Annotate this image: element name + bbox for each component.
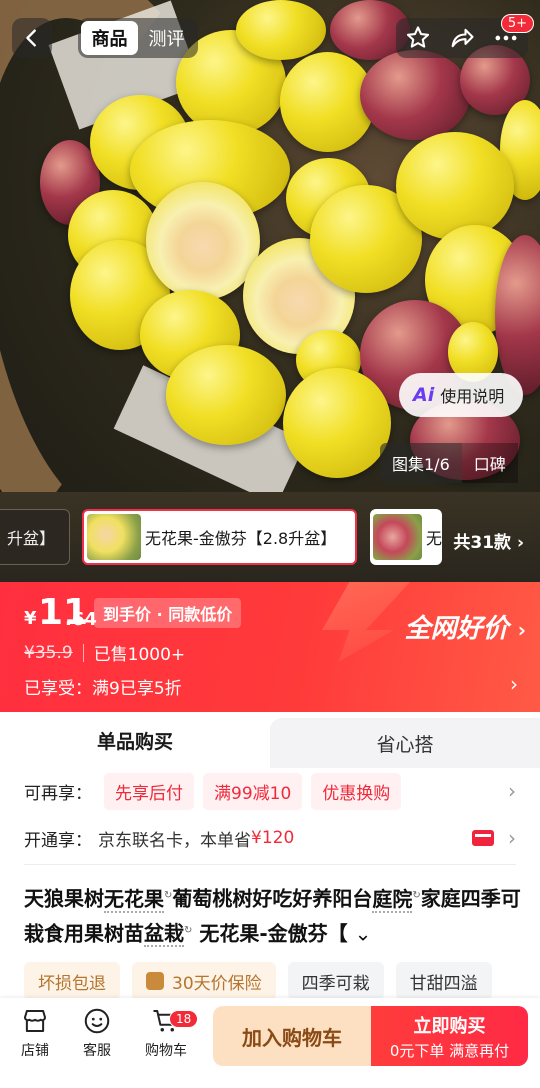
ai-pill-label: 使用说明 xyxy=(440,387,505,406)
variant-thumbnail xyxy=(373,514,422,560)
chevron-right-icon: › xyxy=(508,779,516,803)
chevron-right-icon: › xyxy=(510,672,518,696)
shop-icon xyxy=(24,1010,46,1032)
ai-icon: Ai xyxy=(413,384,435,406)
chat-face-icon xyxy=(84,1008,110,1034)
service-chip[interactable]: 先享后付 xyxy=(104,772,194,810)
original-price: ¥35.9 xyxy=(24,642,73,663)
tab-bundle[interactable]: 省心搭 xyxy=(270,718,540,768)
cart-label: 购物车 xyxy=(145,1043,187,1059)
feature-tag[interactable]: 30天价保险 xyxy=(132,962,276,1000)
card-row[interactable]: 开通享： 京东联名卡，本单省 ¥120 › xyxy=(24,822,540,854)
variant-label: 无 xyxy=(425,529,442,548)
service-chip[interactable]: 优惠换购 xyxy=(311,772,402,810)
fig-fruit xyxy=(360,50,470,140)
cart-button[interactable]: 购物车 18 xyxy=(141,1004,199,1060)
cut-fig-half xyxy=(146,182,260,300)
purchase-tabs: 省心搭 单品购买 xyxy=(0,712,540,768)
variant-total-label: 共31款 xyxy=(453,533,512,553)
fig-fruit xyxy=(166,345,286,445)
variant-option[interactable]: 无 xyxy=(370,509,442,565)
services-row[interactable]: 可再享： 先享后付 满99减10 优惠换购 › xyxy=(24,772,540,810)
arrow-decoration xyxy=(322,582,410,662)
price-decimal: .64 xyxy=(65,609,97,630)
divider xyxy=(82,643,84,662)
header-tabs: 商品 测评 xyxy=(78,18,198,58)
add-to-cart-button[interactable]: 加入购物车 xyxy=(213,1006,371,1066)
price-secondary: ¥35.9 已售1000+ xyxy=(24,640,186,666)
customer-service-button[interactable]: 客服 xyxy=(72,1004,122,1060)
feature-tag[interactable]: 坏损包退 xyxy=(24,962,120,1000)
fig-fruit xyxy=(396,132,514,240)
buy-now-label: 立即购买 xyxy=(413,1015,486,1037)
card-label: 开通享： xyxy=(24,830,92,851)
fig-fruit xyxy=(283,368,391,478)
tab-product[interactable]: 商品 xyxy=(81,21,138,55)
price-tag: 到手价 · 同款低价 xyxy=(94,598,242,628)
variant-label: 无花果-金傲芬【2.8升盆】 xyxy=(145,529,337,548)
buy-now-button[interactable]: 立即购买 0元下单 满意再付 xyxy=(371,1006,528,1066)
chevron-down-icon[interactable]: ⌄ xyxy=(355,921,372,945)
variant-option[interactable]: 升盆】 xyxy=(0,509,70,565)
share-icon[interactable] xyxy=(448,24,476,52)
product-title[interactable]: 天狼果树无花果↻葡萄桃树好吃好养阳台庭院↻家庭四季可栽食用果树苗盆栽↻ 无花果-… xyxy=(24,880,524,949)
sold-count: 已售1000+ xyxy=(93,645,186,665)
ai-usage-guide-button[interactable]: Ai 使用说明 xyxy=(399,373,523,417)
variant-strip: 升盆】 无花果-金傲芬【2.8升盆】 无 共31款 › xyxy=(0,492,540,582)
variant-option-selected[interactable]: 无花果-金傲芬【2.8升盆】 xyxy=(82,509,357,565)
shop-label: 店铺 xyxy=(21,1043,49,1059)
notification-badge: 5+ xyxy=(500,14,534,33)
service-chip[interactable]: 满99减10 xyxy=(203,772,303,810)
chevron-right-icon: › xyxy=(516,533,524,553)
price-banner[interactable]: ¥ 11 .64 到手价 · 同款低价 全网好价 › ¥35.9 已售1000+… xyxy=(0,582,540,712)
buy-now-sublabel: 0元下单 满意再付 xyxy=(389,1041,510,1060)
shield-icon xyxy=(146,972,164,990)
service-label: 客服 xyxy=(83,1043,111,1059)
back-button[interactable] xyxy=(12,18,52,58)
best-price-label: 全网好价 › xyxy=(404,614,526,644)
chevron-left-icon xyxy=(26,29,36,47)
feature-tag[interactable]: 四季可栽 xyxy=(287,962,384,1000)
star-icon[interactable] xyxy=(404,24,432,52)
promo-text: 已享受：满9已享5折 xyxy=(24,679,182,699)
feature-tag[interactable]: 甘甜四溢 xyxy=(395,962,492,1000)
cart-count-badge: 18 xyxy=(169,1010,199,1028)
divider xyxy=(24,864,516,865)
all-variants-button[interactable]: 共31款 › xyxy=(453,528,524,553)
chevron-right-icon: › xyxy=(508,826,516,850)
card-amount: ¥120 xyxy=(251,828,295,848)
reviews-tab[interactable]: 口碑 xyxy=(461,443,518,483)
credit-card-icon xyxy=(472,830,494,846)
services-label: 可再享： xyxy=(24,783,92,804)
feature-tags: 坏损包退 30天价保险 四季可栽 甘甜四溢 xyxy=(24,962,492,1000)
tab-review[interactable]: 测评 xyxy=(138,21,195,55)
variant-label: 升盆】 xyxy=(6,529,55,548)
shop-button[interactable]: 店铺 xyxy=(10,1004,60,1060)
variant-thumbnail xyxy=(87,514,141,560)
fig-fruit xyxy=(236,0,326,60)
card-text: 京东联名卡，本单省 xyxy=(98,830,251,851)
bottom-action-bar: 店铺 客服 购物车 18 加入购物车 立即购买 0元下单 满意再付 xyxy=(0,998,540,1088)
price-currency: ¥ xyxy=(24,608,37,629)
gallery-tab[interactable]: 图集1/6 xyxy=(380,443,462,483)
tab-single[interactable]: 单品购买 xyxy=(0,712,270,768)
gallery-switch: 图集1/6 口碑 xyxy=(380,443,518,483)
